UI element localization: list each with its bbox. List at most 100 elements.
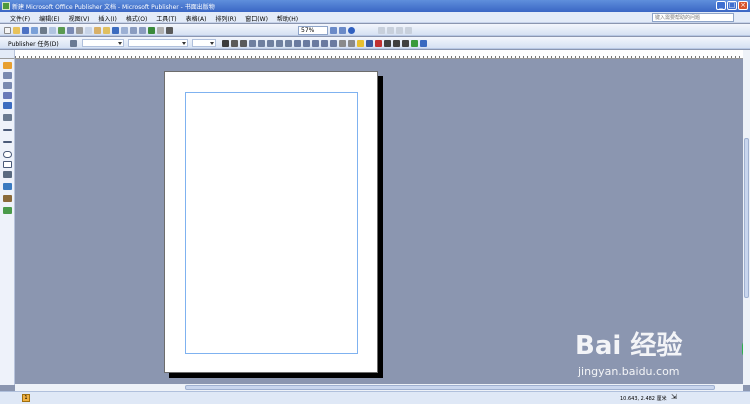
rectangle-icon[interactable] [3,161,12,168]
research-icon[interactable] [67,27,74,34]
menu-help[interactable]: 帮助(H) [277,14,298,23]
menu-table[interactable]: 表格(A) [186,14,207,23]
autoshapes-icon[interactable] [3,171,12,178]
menu-format[interactable]: 格式(O) [126,14,147,23]
vertical-scrollbar[interactable] [743,50,750,385]
select-objects-icon[interactable] [3,62,12,69]
menu-view[interactable]: 视图(V) [69,14,90,23]
numbering-icon[interactable] [303,40,310,47]
menu-insert[interactable]: 插入(I) [98,14,116,23]
horizontal-scrollbar[interactable] [15,384,743,391]
standard-toolbar: 57% [0,24,750,36]
oval-icon[interactable] [3,151,12,158]
increase-indent-icon[interactable] [330,40,337,47]
print-preview-icon[interactable] [49,27,56,34]
align-center-icon[interactable] [258,40,265,47]
rotate-icon[interactable] [139,27,146,34]
hot-spot-icon[interactable] [3,183,12,190]
insert-hyperlink-icon[interactable] [148,27,155,34]
undo-icon[interactable] [112,27,119,34]
decrease-font-size-icon[interactable] [339,40,346,47]
menu-tools[interactable]: 工具(T) [156,14,176,23]
objects-toolbar [0,59,15,385]
window-controls: _ □ × [716,1,748,10]
new-icon[interactable] [4,27,11,34]
menu-arrange[interactable]: 排列(R) [215,14,236,23]
clip-art-icon[interactable] [3,114,12,121]
cursor-coordinates: 10.643, 2.482 厘米 [620,396,667,402]
watermark-url: jingyan.baidu.com [578,365,680,378]
text-box-icon[interactable] [3,72,12,79]
decrease-indent-icon[interactable] [321,40,328,47]
previous-frame-icon[interactable] [396,27,403,34]
redo-icon[interactable] [121,27,128,34]
line-style-icon[interactable] [384,40,391,47]
justify-icon[interactable] [276,40,283,47]
save-icon[interactable] [22,27,29,34]
insert-table-icon[interactable] [3,82,12,89]
cut-icon[interactable] [76,27,83,34]
horizontal-scroll-thumb[interactable] [185,385,715,390]
paragraph-mark-icon[interactable] [166,27,173,34]
distribute-icon[interactable] [285,40,292,47]
font-color-icon[interactable] [375,40,382,47]
print-icon[interactable] [40,27,47,34]
style-combo[interactable] [82,39,124,47]
fill-color-icon[interactable] [357,40,364,47]
arrow-icon[interactable] [3,141,12,143]
font-combo[interactable] [128,39,188,47]
menu-file[interactable]: 文件(F) [10,14,30,23]
maximize-button[interactable]: □ [727,1,737,10]
bold-icon[interactable] [222,40,229,47]
increase-font-size-icon[interactable] [348,40,355,47]
line-icon[interactable] [3,129,12,131]
task-pane-button[interactable]: Publisher 任务(D) [8,39,59,48]
zoom-combo[interactable]: 57% [298,26,328,35]
watermark-logo: Bai 经验 [575,331,683,361]
page-navigation-button[interactable]: 1 [22,394,30,402]
underline-icon[interactable] [240,40,247,47]
bullets-icon[interactable] [312,40,319,47]
styles-icon[interactable] [70,40,77,47]
special-characters-icon[interactable] [157,27,164,34]
ruler-corner[interactable] [0,50,15,59]
bring-forward-icon[interactable] [130,27,137,34]
help-search-input[interactable]: 键入需要帮助的问题 [652,13,734,22]
mail-icon[interactable] [31,27,38,34]
zoom-out-icon[interactable] [330,27,337,34]
break-link-icon[interactable] [387,27,394,34]
minimize-button[interactable]: _ [716,1,726,10]
dash-style-icon[interactable] [393,40,400,47]
publication-page[interactable] [164,71,378,373]
line-spacing-icon[interactable] [294,40,301,47]
vertical-scroll-thumb[interactable] [744,138,749,298]
open-icon[interactable] [13,27,20,34]
shadow-style-icon[interactable] [411,40,418,47]
wordart-icon[interactable] [3,92,12,99]
design-gallery-icon[interactable] [3,207,12,214]
italic-icon[interactable] [231,40,238,47]
publisher-app-icon[interactable] [2,2,10,10]
paste-icon[interactable] [94,27,101,34]
horizontal-ruler[interactable] [15,50,743,59]
spelling-icon[interactable] [58,27,65,34]
title-bar: 新建 Microsoft Office Publisher 文档 - Micro… [0,0,750,12]
picture-frame-icon[interactable] [3,102,12,109]
line-color-icon[interactable] [366,40,373,47]
formatting-toolbar: Publisher 任务(D) [0,37,750,49]
align-left-icon[interactable] [249,40,256,47]
connect-text-boxes-icon[interactable] [378,27,385,34]
zoom-in-icon[interactable] [339,27,346,34]
close-button[interactable]: × [738,1,748,10]
menu-window[interactable]: 窗口(W) [245,14,268,23]
copy-icon[interactable] [85,27,92,34]
arrow-style-icon[interactable] [402,40,409,47]
menu-edit[interactable]: 编辑(E) [39,14,59,23]
help-icon[interactable] [348,27,355,34]
align-right-icon[interactable] [267,40,274,47]
next-frame-icon[interactable] [405,27,412,34]
form-control-icon[interactable] [3,195,12,202]
3d-style-icon[interactable] [420,40,427,47]
font-size-combo[interactable] [192,39,216,47]
format-painter-icon[interactable] [103,27,110,34]
